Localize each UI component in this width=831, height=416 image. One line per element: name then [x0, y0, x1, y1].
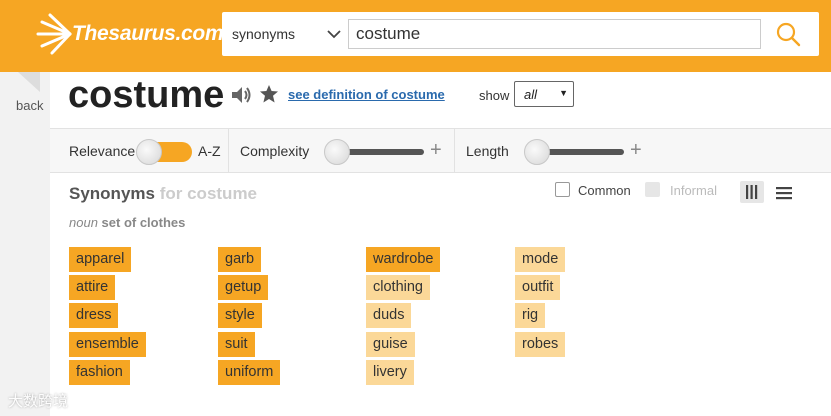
- show-select[interactable]: all ▼: [514, 81, 574, 107]
- watermark: 大数跨境: [8, 393, 69, 410]
- common-checkbox[interactable]: [555, 182, 570, 197]
- sort-toggle-knob[interactable]: [136, 139, 162, 165]
- synonym-link[interactable]: livery: [366, 359, 414, 385]
- synonym-link[interactable]: attire: [69, 275, 116, 301]
- informal-checkbox[interactable]: [645, 182, 660, 197]
- complexity-slider-handle[interactable]: [324, 139, 350, 165]
- synonym-link[interactable]: wardrobe: [366, 247, 441, 272]
- synonyms-heading-label: Synonyms: [69, 184, 155, 203]
- search-box: synonyms: [222, 12, 819, 56]
- column-view-button[interactable]: [740, 181, 764, 203]
- synonym-link[interactable]: garb: [218, 247, 262, 272]
- caret-down-icon: ▼: [559, 88, 568, 98]
- logo-text: Thesaurus.com: [72, 22, 224, 45]
- synonyms-heading: Synonyms for costume: [69, 184, 257, 204]
- star-icon[interactable]: [259, 84, 279, 104]
- synonym-link[interactable]: uniform: [218, 359, 281, 385]
- filter-bar: Relevance A-Z Complexity + Length +: [50, 128, 831, 173]
- synonym-link[interactable]: dress: [69, 303, 119, 329]
- sense-text: set of clothes: [101, 215, 186, 230]
- plus-icon[interactable]: +: [430, 140, 442, 160]
- synonym-link[interactable]: apparel: [69, 247, 132, 272]
- synonym-link[interactable]: duds: [366, 303, 412, 329]
- synonym-link[interactable]: clothing: [366, 275, 430, 301]
- synonym-link[interactable]: mode: [515, 247, 566, 272]
- synonym-link[interactable]: outfit: [515, 275, 561, 301]
- common-label: Common: [578, 183, 631, 198]
- divider: [228, 129, 229, 172]
- chevron-down-icon[interactable]: [326, 26, 342, 42]
- synonym-column: apparel attire dress ensemble fashion: [69, 247, 146, 388]
- synonyms-panel: Synonyms for costume Common Informal nou…: [50, 173, 831, 416]
- list-icon: [776, 187, 792, 200]
- show-select-value: all: [524, 87, 538, 102]
- length-slider-handle[interactable]: [524, 139, 550, 165]
- synonym-link[interactable]: suit: [218, 331, 255, 357]
- back-arrow-icon: [18, 72, 40, 92]
- logo[interactable]: Thesaurus.com: [34, 12, 224, 56]
- word-header: costume see definition of costume show a…: [50, 72, 831, 128]
- synonym-link[interactable]: robes: [515, 331, 566, 357]
- sense-line: noun set of clothes: [69, 215, 185, 230]
- see-definition-link[interactable]: see definition of costume: [288, 87, 445, 102]
- relevance-label: Relevance: [69, 143, 136, 159]
- synonym-column: mode outfit rig robes: [515, 247, 566, 360]
- synonym-link[interactable]: guise: [366, 331, 415, 357]
- columns-icon: [746, 185, 758, 199]
- informal-label: Informal: [670, 183, 717, 198]
- part-of-speech: noun: [69, 215, 98, 230]
- page-title: costume: [68, 74, 225, 116]
- synonym-column: wardrobe clothing duds guise livery: [366, 247, 441, 388]
- show-label: show: [479, 88, 510, 103]
- synonym-link[interactable]: getup: [218, 275, 269, 301]
- synonym-column: garb getup style suit uniform: [218, 247, 281, 388]
- length-label: Length: [466, 143, 509, 159]
- header: Thesaurus.com synonyms: [0, 0, 831, 72]
- synonym-link[interactable]: ensemble: [69, 331, 146, 357]
- search-button[interactable]: [770, 18, 806, 50]
- search-icon: [776, 22, 801, 47]
- synonyms-heading-for: for costume: [159, 184, 258, 203]
- list-view-button[interactable]: [774, 183, 794, 203]
- synonym-link[interactable]: style: [218, 303, 262, 329]
- divider: [454, 129, 455, 172]
- search-type-select[interactable]: synonyms: [232, 12, 295, 56]
- sun-rays-icon: [36, 13, 72, 55]
- plus-icon[interactable]: +: [630, 140, 642, 160]
- synonym-link[interactable]: fashion: [69, 359, 130, 385]
- search-input[interactable]: [348, 19, 761, 49]
- az-label: A-Z: [198, 143, 221, 159]
- back-label: back: [16, 98, 44, 113]
- back-button[interactable]: back: [0, 72, 50, 132]
- speaker-icon[interactable]: [230, 84, 252, 106]
- synonym-link[interactable]: rig: [515, 303, 546, 329]
- complexity-label: Complexity: [240, 143, 310, 159]
